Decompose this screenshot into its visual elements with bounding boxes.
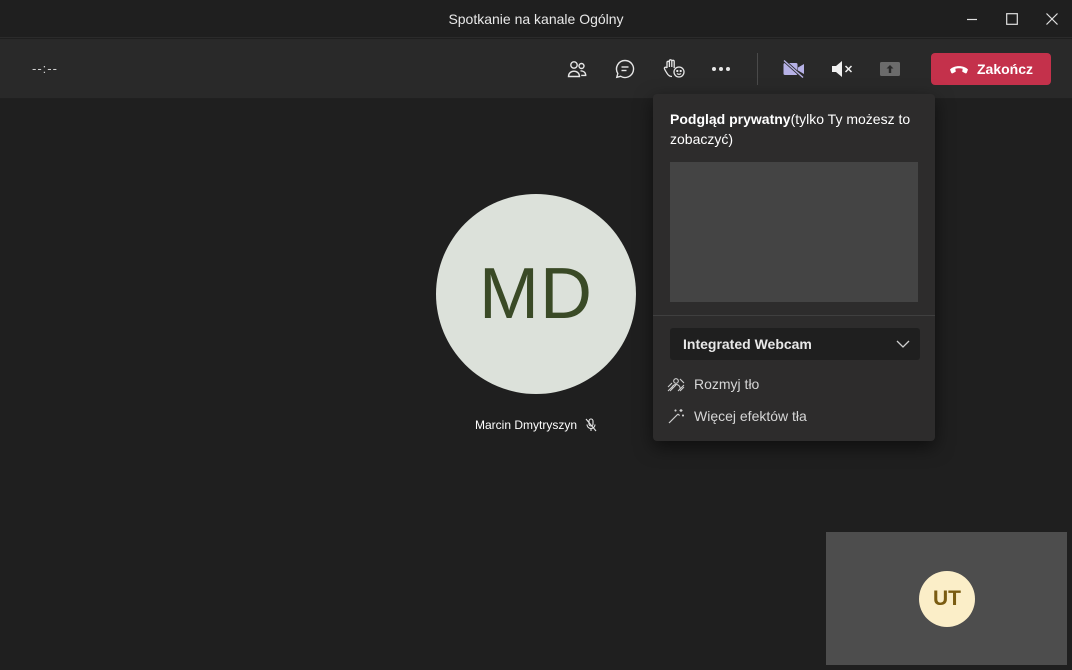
camera-off-icon [782,59,806,79]
participant-label: Marcin Dmytryszyn [475,418,597,432]
camera-select[interactable]: Integrated Webcam [670,328,920,360]
more-options-button[interactable] [703,51,739,87]
end-call-button[interactable]: Zakończ [931,53,1051,85]
minimize-icon [966,13,978,25]
chat-icon [614,58,636,80]
blur-icon [667,376,685,392]
chat-button[interactable] [607,51,643,87]
participants-button[interactable] [559,51,595,87]
self-avatar: UT [919,571,975,627]
hang-up-icon [949,63,969,75]
self-video-tile: UT [826,532,1067,665]
camera-preview-popup: Podgląd prywatny(tylko Ty możesz to zoba… [653,94,935,441]
share-icon [879,60,901,78]
more-icon [711,66,731,72]
blur-background-label: Rozmyj tło [694,376,760,392]
raise-hand-icon [662,58,686,80]
close-window-button[interactable] [1032,0,1072,38]
participant-initials: MD [479,254,593,334]
camera-preview [670,162,918,302]
people-icon [566,58,588,80]
self-initials: UT [933,587,961,610]
mic-muted-icon [830,59,854,79]
reactions-button[interactable] [656,51,692,87]
more-background-effects-option[interactable]: Więcej efektów tła [667,404,807,428]
magic-wand-icon [667,408,685,424]
share-button[interactable] [872,51,908,87]
maximize-button[interactable] [992,0,1032,38]
end-call-label: Zakończ [976,61,1033,77]
window-title: Spotkanie na kanale Ogólny [448,11,624,27]
mic-off-icon [585,418,597,432]
toolbar-separator [757,53,758,85]
meeting-toolbar: --:-- Zakończ [0,39,1072,99]
maximize-icon [1006,13,1018,25]
title-bar: Spotkanie na kanale Ogólny [0,0,1072,38]
participant-name: Marcin Dmytryszyn [475,418,578,432]
popup-heading: Podgląd prywatny(tylko Ty możesz to zoba… [670,109,920,149]
participant-avatar: MD [436,194,636,394]
minimize-button[interactable] [952,0,992,38]
popup-divider [653,315,935,316]
chevron-down-icon [896,340,910,348]
blur-background-option[interactable]: Rozmyj tło [667,372,759,396]
speaker-toggle-button[interactable] [824,51,860,87]
camera-toggle-button[interactable] [776,51,812,87]
popup-title: Podgląd prywatny [670,111,791,127]
more-background-effects-label: Więcej efektów tła [694,408,807,424]
close-icon [1046,13,1058,25]
meeting-timer: --:-- [32,61,58,76]
camera-select-value: Integrated Webcam [683,336,812,352]
